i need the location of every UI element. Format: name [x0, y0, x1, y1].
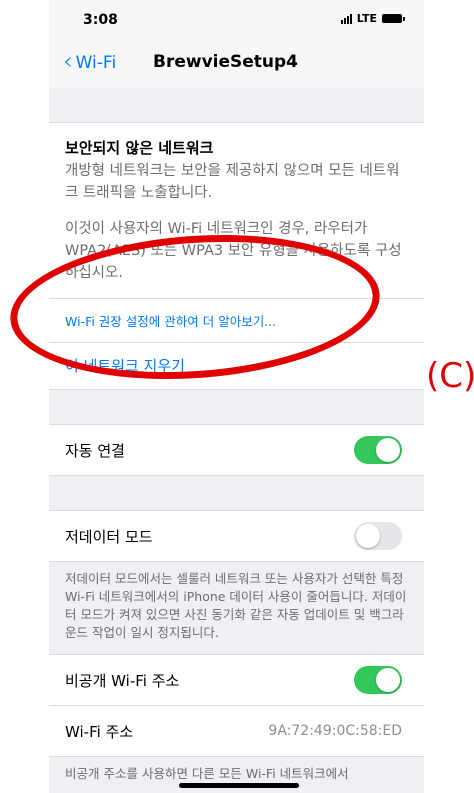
status-icons: LTE [340, 12, 405, 25]
back-label: Wi-Fi [75, 52, 117, 73]
chevron-left-icon: ‹ [63, 47, 73, 75]
security-heading: 보안되지 않은 네트워크 [65, 139, 214, 157]
annotation-label: (C) [426, 356, 474, 396]
private-address-toggle[interactable] [354, 666, 402, 694]
signal-icon [340, 13, 352, 24]
wifi-address-value: 9A:72:49:0C:58:ED [268, 723, 402, 739]
private-address-row: 비공개 Wi-Fi 주소 [49, 654, 424, 705]
section-spacer [49, 88, 424, 122]
battery-icon [382, 14, 405, 23]
section-spacer [49, 390, 424, 424]
network-type: LTE [356, 12, 377, 25]
low-data-mode-toggle[interactable] [354, 522, 402, 550]
private-address-label: 비공개 Wi-Fi 주소 [65, 671, 180, 690]
settings-content: 보안되지 않은 네트워크 개방형 네트워크는 보안을 제공하지 않으며 모든 네… [49, 88, 424, 793]
auto-join-row: 자동 연결 [49, 424, 424, 476]
low-data-mode-footnote: 저데이터 모드에서는 셀룰러 네트워크 또는 사용자가 선택한 특정 Wi-Fi… [65, 571, 407, 640]
low-data-mode-row: 저데이터 모드 [49, 510, 424, 562]
security-body-1: 개방형 네트워크는 보안을 제공하지 않으며 모든 네트워크 트래픽을 노출합니… [65, 163, 400, 201]
phone-screen: 3:08 LTE ‹ Wi-Fi BrewvieSetup4 보안되지 않은 네… [49, 0, 424, 793]
section-spacer [49, 476, 424, 510]
screen: 3:08 LTE ‹ Wi-Fi BrewvieSetup4 보안되지 않은 네… [0, 0, 474, 793]
toggle-knob [376, 438, 400, 462]
back-button[interactable]: ‹ Wi-Fi [63, 47, 117, 75]
home-indicator [179, 783, 299, 788]
wifi-address-label: Wi-Fi 주소 [65, 722, 134, 741]
status-bar: 3:08 LTE [49, 0, 424, 38]
auto-join-toggle[interactable] [354, 436, 402, 464]
wifi-address-row: Wi-Fi 주소 9A:72:49:0C:58:ED [49, 705, 424, 757]
status-time: 3:08 [83, 12, 118, 28]
navigation-bar: ‹ Wi-Fi BrewvieSetup4 [49, 38, 424, 89]
toggle-knob [356, 524, 380, 548]
low-data-mode-label: 저데이터 모드 [65, 527, 153, 546]
page-title: BrewvieSetup4 [153, 52, 299, 72]
auto-join-label: 자동 연결 [65, 441, 125, 460]
toggle-knob [376, 668, 400, 692]
